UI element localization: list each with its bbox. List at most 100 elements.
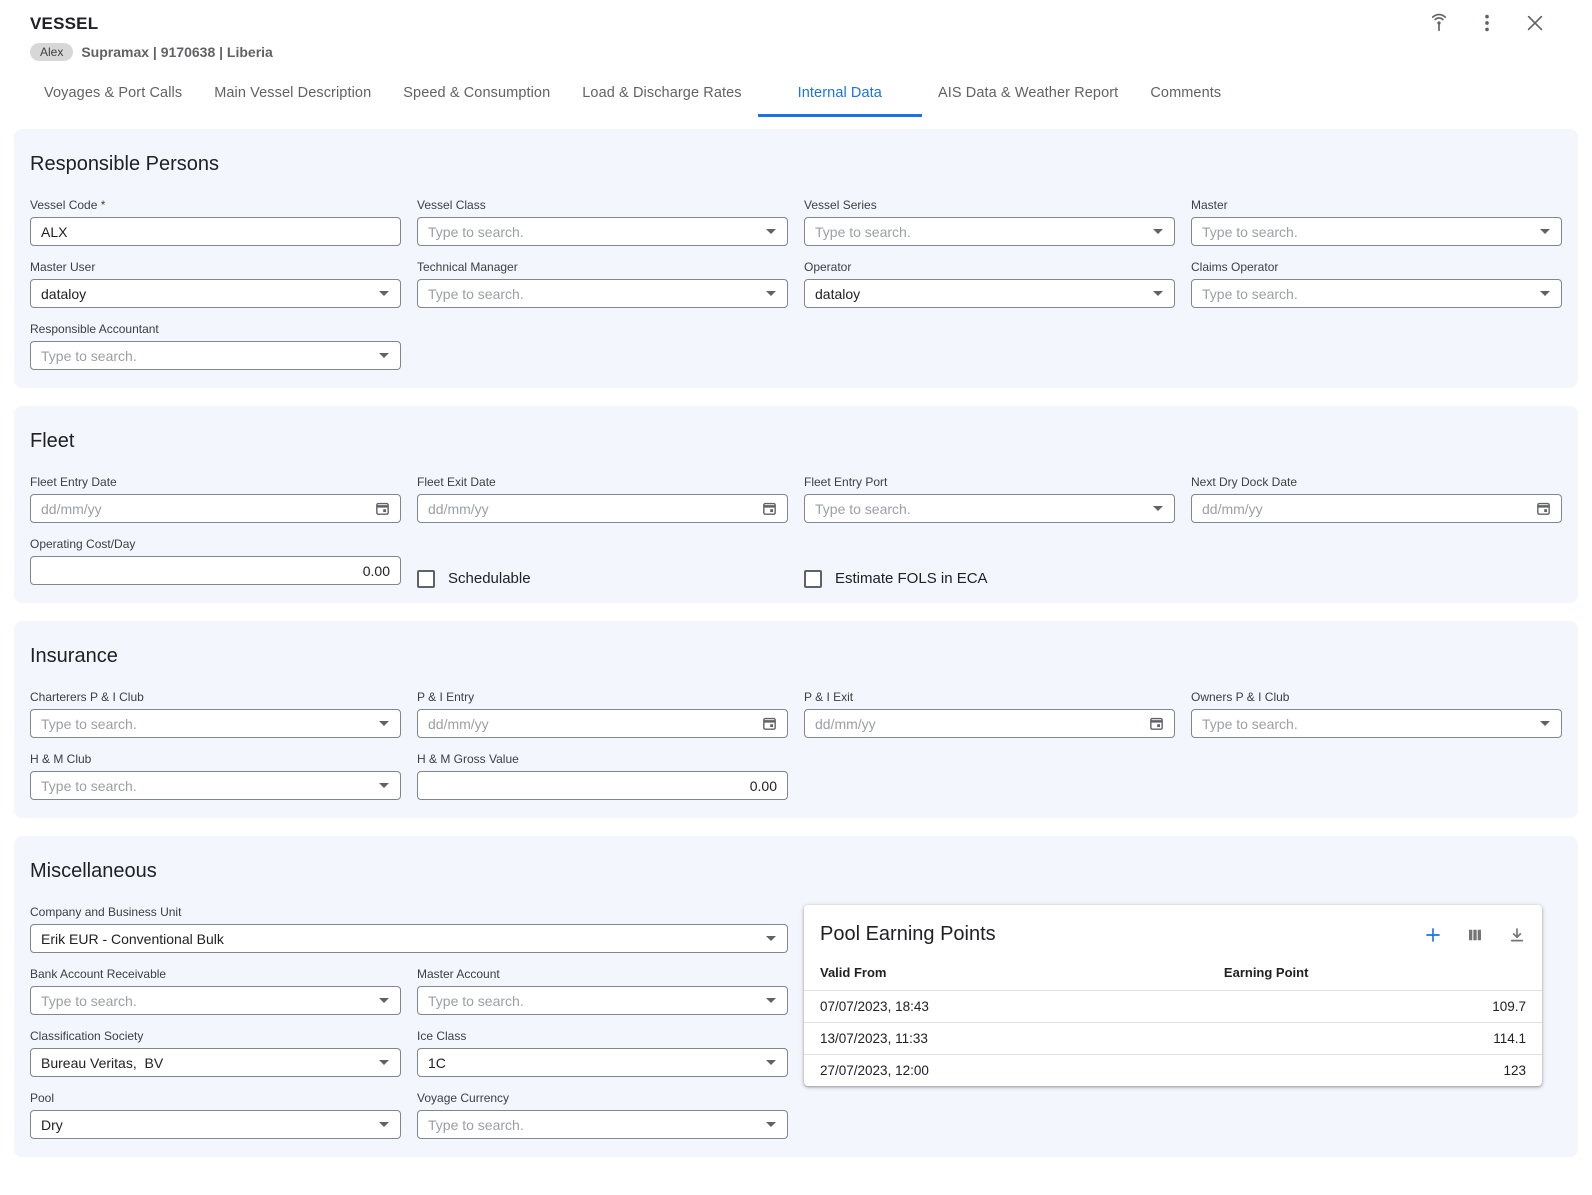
- operating-cost-day-input[interactable]: [31, 557, 400, 584]
- column-header-valid-from: Valid From: [804, 956, 1208, 991]
- kebab-menu-icon[interactable]: [1476, 12, 1498, 34]
- vessel-class-select[interactable]: [417, 217, 788, 246]
- tab-voyages-port-calls[interactable]: Voyages & Port Calls: [44, 77, 198, 117]
- next-dry-dock-date-input[interactable]: [1192, 495, 1535, 522]
- vessel-series-select[interactable]: [804, 217, 1175, 246]
- field-label: Voyage Currency: [417, 1091, 788, 1105]
- fleet-entry-date-input[interactable]: [31, 495, 374, 522]
- field-ice-class: Ice Class: [417, 1029, 788, 1077]
- owner-badge: Alex: [30, 43, 73, 61]
- pool-input[interactable]: [31, 1111, 379, 1138]
- columns-icon[interactable]: [1466, 926, 1484, 944]
- hm-club-select[interactable]: [30, 771, 401, 800]
- calendar-icon[interactable]: [761, 500, 778, 517]
- ice-class-input[interactable]: [418, 1049, 766, 1076]
- responsible-accountant-input[interactable]: [31, 342, 379, 369]
- field-owners-pi-club: Owners P & I Club: [1191, 690, 1562, 738]
- company-business-unit-select[interactable]: [30, 924, 788, 953]
- field-label: Claims Operator: [1191, 260, 1562, 274]
- field-next-dry-dock-date: Next Dry Dock Date: [1191, 475, 1562, 523]
- calendar-icon[interactable]: [761, 715, 778, 732]
- pi-entry-date-input[interactable]: [418, 710, 761, 737]
- section-fleet: Fleet Fleet Entry Date Fleet Exit Da: [14, 406, 1578, 603]
- calendar-icon[interactable]: [374, 500, 391, 517]
- close-icon[interactable]: [1524, 12, 1546, 34]
- field-charterers-pi-club: Charterers P & I Club: [30, 690, 401, 738]
- claims-operator-select[interactable]: [1191, 279, 1562, 308]
- field-label: Pool: [30, 1091, 401, 1105]
- master-input[interactable]: [1192, 218, 1540, 245]
- table-row[interactable]: 27/07/2023, 12:00 123: [804, 1055, 1542, 1087]
- internal-data-panel: Responsible Persons Vessel Code * Vessel…: [0, 117, 1592, 1195]
- field-estimate-fols: Estimate FOLS in ECA: [804, 537, 1175, 599]
- tab-comments[interactable]: Comments: [1134, 77, 1237, 117]
- chevron-down-icon: [379, 783, 389, 788]
- fleet-entry-port-input[interactable]: [805, 495, 1153, 522]
- fleet-entry-port-select[interactable]: [804, 494, 1175, 523]
- schedulable-checkbox[interactable]: Schedulable: [417, 570, 531, 588]
- download-icon[interactable]: [1508, 926, 1526, 944]
- broadcast-icon[interactable]: [1428, 12, 1450, 34]
- tab-ais-data-weather-report[interactable]: AIS Data & Weather Report: [922, 77, 1134, 117]
- ice-class-select[interactable]: [417, 1048, 788, 1077]
- table-row[interactable]: 07/07/2023, 18:43 109.7: [804, 991, 1542, 1023]
- pool-select[interactable]: [30, 1110, 401, 1139]
- field-label: Master: [1191, 198, 1562, 212]
- section-insurance: Insurance Charterers P & I Club P & I En…: [14, 621, 1578, 818]
- operator-input[interactable]: [805, 280, 1153, 307]
- bank-account-receivable-select[interactable]: [30, 986, 401, 1015]
- technical-manager-input[interactable]: [418, 280, 766, 307]
- calendar-icon[interactable]: [1148, 715, 1165, 732]
- operator-select[interactable]: [804, 279, 1175, 308]
- field-schedulable: Schedulable: [417, 537, 788, 599]
- pi-exit-date-input[interactable]: [805, 710, 1148, 737]
- field-company-business-unit: Company and Business Unit: [30, 905, 788, 953]
- vessel-series-input[interactable]: [805, 218, 1153, 245]
- master-select[interactable]: [1191, 217, 1562, 246]
- chevron-down-icon: [766, 229, 776, 234]
- chevron-down-icon: [379, 291, 389, 296]
- master-user-input[interactable]: [31, 280, 379, 307]
- company-business-unit-input[interactable]: [31, 925, 766, 952]
- responsible-accountant-select[interactable]: [30, 341, 401, 370]
- table-row[interactable]: 13/07/2023, 11:33 114.1: [804, 1023, 1542, 1055]
- claims-operator-input[interactable]: [1192, 280, 1540, 307]
- tab-speed-consumption[interactable]: Speed & Consumption: [387, 77, 566, 117]
- field-pool: Pool: [30, 1091, 401, 1139]
- field-fleet-exit-date: Fleet Exit Date: [417, 475, 788, 523]
- master-account-select[interactable]: [417, 986, 788, 1015]
- fleet-exit-date-input[interactable]: [418, 495, 761, 522]
- hm-club-input[interactable]: [31, 772, 379, 799]
- voyage-currency-input[interactable]: [418, 1111, 766, 1138]
- calendar-icon[interactable]: [1535, 500, 1552, 517]
- technical-manager-select[interactable]: [417, 279, 788, 308]
- add-row-icon[interactable]: [1424, 926, 1442, 944]
- classification-society-input[interactable]: [31, 1049, 379, 1076]
- owners-pi-club-select[interactable]: [1191, 709, 1562, 738]
- chevron-down-icon: [1153, 506, 1163, 511]
- master-user-select[interactable]: [30, 279, 401, 308]
- bank-account-receivable-input[interactable]: [31, 987, 379, 1014]
- owners-pi-club-input[interactable]: [1192, 710, 1540, 737]
- hm-gross-value-input[interactable]: [418, 772, 787, 799]
- column-header-earning-point: Earning Point: [1208, 956, 1542, 991]
- field-label: Fleet Exit Date: [417, 475, 788, 489]
- tab-internal-data[interactable]: Internal Data: [758, 77, 922, 117]
- tab-load-discharge-rates[interactable]: Load & Discharge Rates: [566, 77, 757, 117]
- master-account-input[interactable]: [418, 987, 766, 1014]
- vessel-class-input[interactable]: [418, 218, 766, 245]
- voyage-currency-select[interactable]: [417, 1110, 788, 1139]
- classification-society-select[interactable]: [30, 1048, 401, 1077]
- field-label: Operating Cost/Day: [30, 537, 401, 551]
- field-vessel-class: Vessel Class: [417, 198, 788, 246]
- charterers-pi-club-select[interactable]: [30, 709, 401, 738]
- tab-main-vessel-description[interactable]: Main Vessel Description: [198, 77, 387, 117]
- field-label: Technical Manager: [417, 260, 788, 274]
- vessel-code-input[interactable]: [31, 218, 400, 245]
- page-title: VESSEL: [30, 14, 1576, 34]
- chevron-down-icon: [766, 936, 776, 941]
- field-label: Vessel Series: [804, 198, 1175, 212]
- charterers-pi-club-input[interactable]: [31, 710, 379, 737]
- field-label: Ice Class: [417, 1029, 788, 1043]
- estimate-fols-in-eca-checkbox[interactable]: Estimate FOLS in ECA: [804, 570, 988, 588]
